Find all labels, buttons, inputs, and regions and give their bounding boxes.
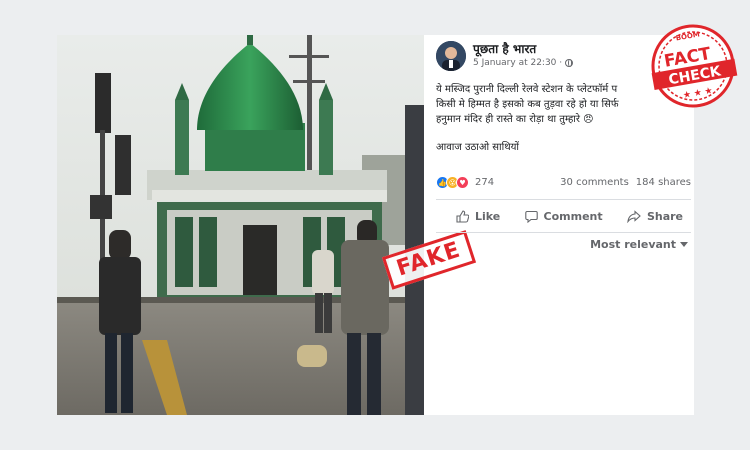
share-label: Share [646,209,683,223]
page-avatar[interactable] [436,41,466,71]
timestamp-text: 5 January at 22:30 · [473,58,563,68]
comment-sort-dropdown[interactable]: Most relevant [590,238,688,251]
comment-label: Comment [543,209,603,223]
mosque-photo [57,35,424,415]
fact-check-logo: BOOM FACT CHECK ★ ★ ★ [645,20,741,112]
like-button[interactable]: Like [456,205,500,227]
comment-button[interactable]: Comment [524,205,603,227]
avatar-image [436,41,466,71]
love-icon: ♥ [456,176,469,189]
comment-icon [524,210,538,223]
engagement-stats: 👍 😮 ♥ 274 30 comments 184 shares [436,176,691,189]
page-name[interactable]: पूछता है भारत [473,42,573,57]
reaction-icons[interactable]: 👍 😮 ♥ [436,176,469,189]
comments-count[interactable]: 30 comments [560,177,629,188]
thumbs-up-icon [456,209,469,223]
like-label: Like [475,209,501,223]
post-timestamp[interactable]: 5 January at 22:30 · [473,57,574,69]
sort-label: Most relevant [590,238,676,251]
share-icon [627,209,641,223]
globe-icon [565,59,574,67]
fact-check-seal-icon: BOOM FACT CHECK ★ ★ ★ [651,24,738,108]
stats-right: 30 comments 184 shares [560,177,691,188]
page-meta: पूछता है भारत 5 January at 22:30 · [473,42,574,69]
shares-count[interactable]: 184 shares [636,177,691,188]
post-call-to-action: आवाज उठाओ साथियों [436,142,519,153]
share-button[interactable]: Share [627,205,683,227]
action-bar: Like Comment Share [436,205,691,227]
caret-down-icon [680,242,688,247]
post-line: हनुमान मंदिर ही रास्ते का रोड़ा था तुम्ह… [436,114,594,125]
reaction-count[interactable]: 274 [475,177,494,188]
divider [436,199,691,200]
screenshot-card: FAKE पूछता है भारत 5 January at 22:30 · [57,35,694,415]
divider [436,232,691,233]
